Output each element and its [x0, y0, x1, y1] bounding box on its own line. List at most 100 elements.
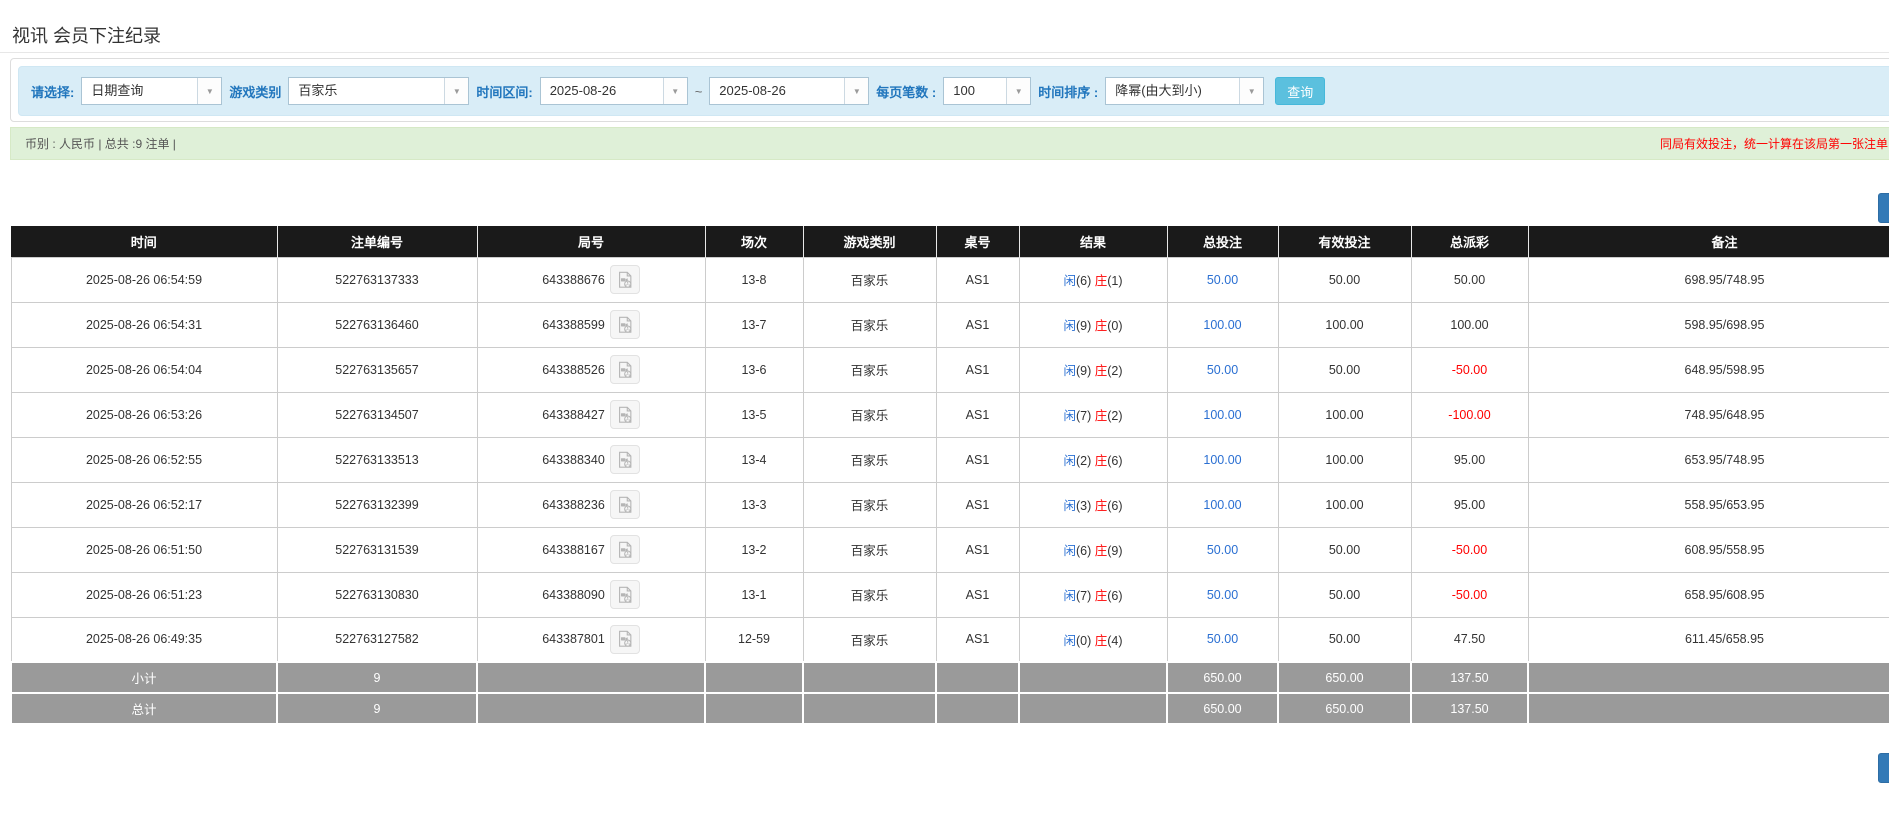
cell-result: 闲(6) 庄(1) [1019, 257, 1167, 302]
sort-value: 降幂(由大到小) [1106, 78, 1239, 104]
chevron-down-icon[interactable]: ▼ [444, 78, 468, 104]
cell-round: 643388526 [477, 347, 705, 392]
chevron-down-icon[interactable]: ▼ [663, 78, 687, 104]
total-bet-link[interactable]: 50.00 [1207, 543, 1238, 557]
cell-payout: -100.00 [1411, 392, 1528, 437]
bet-records-table: 时间注单编号局号场次游戏类别桌号结果总投注有效投注总派彩备注 2025-08-2… [10, 226, 1889, 725]
cell-result: 闲(0) 庄(4) [1019, 617, 1167, 662]
result-player-score: (6) [1076, 544, 1095, 558]
total-bet-link[interactable]: 50.00 [1207, 632, 1238, 646]
total-bet-link[interactable]: 50.00 [1207, 363, 1238, 377]
chevron-down-icon[interactable]: ▼ [1006, 78, 1030, 104]
total-bet-link[interactable]: 50.00 [1207, 588, 1238, 602]
date-to-select[interactable]: 2025-08-26 ▼ [709, 77, 869, 105]
edge-action-button-top[interactable] [1878, 193, 1889, 223]
cell-game-type: 百家乐 [803, 527, 936, 572]
col-header-4: 游戏类别 [803, 226, 936, 257]
cell-bet-id: 522763135657 [277, 347, 477, 392]
date-to-value: 2025-08-26 [710, 78, 844, 104]
search-button[interactable]: 查询 [1275, 77, 1325, 105]
total-row-cell-0: 总计 [11, 693, 277, 724]
cell-bet-id: 522763136460 [277, 302, 477, 347]
date-range-tilde: ~ [695, 84, 703, 99]
total-bet-link[interactable]: 100.00 [1203, 318, 1241, 332]
video-playback-button[interactable] [610, 400, 640, 429]
video-file-icon [616, 361, 634, 379]
result-player-score: (3) [1076, 499, 1095, 513]
per-page-label: 每页笔数 : [876, 82, 936, 101]
subtotal-row-cell-0: 小计 [11, 662, 277, 693]
video-file-icon [616, 541, 634, 559]
video-playback-button[interactable] [610, 445, 640, 474]
per-page-select[interactable]: 100 ▼ [943, 77, 1031, 105]
result-banker-score: (9) [1107, 544, 1122, 558]
round-number-with-video: 643388427 [542, 400, 640, 429]
video-file-icon [616, 451, 634, 469]
col-header-1: 注单编号 [277, 226, 477, 257]
table-row: 2025-08-26 06:52:17522763132399643388236… [11, 482, 1889, 527]
cell-game-type: 百家乐 [803, 437, 936, 482]
date-from-select[interactable]: 2025-08-26 ▼ [540, 77, 688, 105]
result-player: 闲 [1063, 634, 1076, 648]
per-page-value: 100 [944, 78, 1006, 104]
cell-time: 2025-08-26 06:54:31 [11, 302, 277, 347]
video-playback-button[interactable] [610, 625, 640, 654]
chevron-down-icon[interactable]: ▼ [197, 78, 221, 104]
cell-bet-id: 522763133513 [277, 437, 477, 482]
col-header-7: 总投注 [1167, 226, 1278, 257]
subtotal-row-cell-4 [803, 662, 936, 693]
video-playback-button[interactable] [610, 535, 640, 564]
result-banker: 庄 [1095, 319, 1108, 333]
round-number-with-video: 643388236 [542, 490, 640, 519]
chevron-down-icon[interactable]: ▼ [1239, 78, 1263, 104]
sort-select[interactable]: 降幂(由大到小) ▼ [1105, 77, 1264, 105]
total-bet-link[interactable]: 100.00 [1203, 453, 1241, 467]
cell-session: 13-2 [705, 527, 803, 572]
cell-time: 2025-08-26 06:52:55 [11, 437, 277, 482]
subtotal-row-cell-9: 137.50 [1411, 662, 1528, 693]
cell-payout: 50.00 [1411, 257, 1528, 302]
video-playback-button[interactable] [610, 265, 640, 294]
cell-table-no: AS1 [936, 572, 1019, 617]
video-playback-button[interactable] [610, 580, 640, 609]
total-bet-link[interactable]: 50.00 [1207, 273, 1238, 287]
cell-valid-bet: 100.00 [1278, 392, 1411, 437]
subtotal-row-cell-7: 650.00 [1167, 662, 1278, 693]
game-type-select[interactable]: 百家乐 ▼ [288, 77, 469, 105]
page-title: 视讯 会员下注纪录 [12, 22, 161, 48]
result-player: 闲 [1063, 454, 1076, 468]
total-row-cell-4 [803, 693, 936, 724]
total-bet-link[interactable]: 100.00 [1203, 408, 1241, 422]
cell-note: 558.95/653.95 [1528, 482, 1889, 527]
cell-game-type: 百家乐 [803, 347, 936, 392]
chevron-down-icon[interactable]: ▼ [844, 78, 868, 104]
total-row-cell-3 [705, 693, 803, 724]
total-row-cell-9: 137.50 [1411, 693, 1528, 724]
round-number-with-video: 643388599 [542, 310, 640, 339]
total-row-cell-6 [1019, 693, 1167, 724]
video-file-icon [616, 316, 634, 334]
round-number: 643388427 [542, 408, 605, 422]
result-banker-score: (1) [1107, 274, 1122, 288]
result-player: 闲 [1063, 319, 1076, 333]
cell-round: 643388236 [477, 482, 705, 527]
cell-payout: 95.00 [1411, 437, 1528, 482]
total-bet-link[interactable]: 100.00 [1203, 498, 1241, 512]
cell-table-no: AS1 [936, 527, 1019, 572]
cell-session: 13-8 [705, 257, 803, 302]
video-playback-button[interactable] [610, 310, 640, 339]
table-row: 2025-08-26 06:54:59522763137333643388676… [11, 257, 1889, 302]
video-playback-button[interactable] [610, 355, 640, 384]
col-header-5: 桌号 [936, 226, 1019, 257]
edge-action-button-bottom[interactable] [1878, 753, 1889, 783]
cell-session: 13-4 [705, 437, 803, 482]
video-playback-button[interactable] [610, 490, 640, 519]
date-from-value: 2025-08-26 [541, 78, 663, 104]
cell-total-bet: 100.00 [1167, 392, 1278, 437]
subtotal-row-cell-5 [936, 662, 1019, 693]
cell-round: 643387801 [477, 617, 705, 662]
valid-bet-note: 同局有效投注，统一计算在该局第一张注单内 [1660, 135, 1889, 152]
cell-total-bet: 100.00 [1167, 302, 1278, 347]
round-number-with-video: 643388340 [542, 445, 640, 474]
query-type-select[interactable]: 日期查询 ▼ [81, 77, 222, 105]
